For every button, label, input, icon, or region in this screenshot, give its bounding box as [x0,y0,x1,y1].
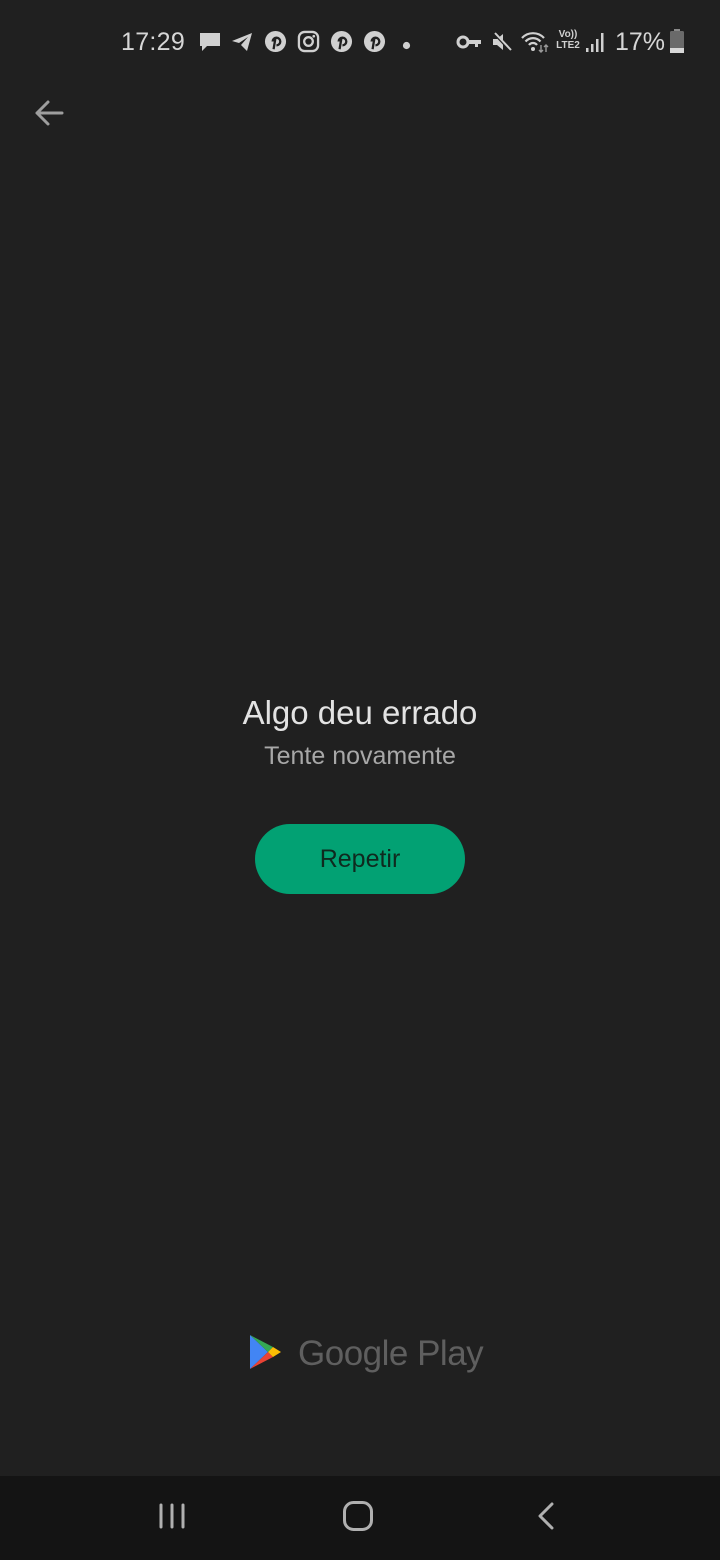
error-title: Algo deu errado [242,694,478,731]
nav-back-icon [536,1501,556,1536]
pinterest-icon [363,30,386,58]
retry-button[interactable]: Repetir [255,824,465,894]
status-time: 17:29 [121,28,186,56]
instagram-icon [297,30,320,58]
battery-percent: 17% [615,28,666,56]
home-button[interactable] [328,1490,388,1546]
nav-back-button[interactable] [516,1490,576,1546]
navigation-bar [0,1476,720,1560]
message-icon [198,30,222,59]
wifi-icon [520,30,550,59]
mute-icon [490,30,514,59]
google-play-wordmark: Google Play [298,1334,484,1373]
vpn-key-icon [456,32,482,57]
back-button[interactable] [24,90,74,140]
more-dot-icon [402,37,411,55]
telegram-icon [230,30,254,59]
status-bar: 17:29 Vo)) LTE2 17% [0,0,720,84]
recents-icon [158,1502,186,1535]
pinterest-icon [330,30,353,58]
google-play-logo: Google Play [248,1333,484,1376]
arrow-back-icon [34,99,64,132]
volte-lte2-icon: Vo)) LTE2 [556,29,580,51]
battery-icon [670,29,684,58]
recents-button[interactable] [142,1490,202,1546]
signal-icon [585,30,605,59]
google-play-logo-icon [248,1333,282,1376]
home-icon [342,1500,374,1537]
error-subtitle: Tente novamente [264,742,456,770]
pinterest-icon [264,30,287,58]
